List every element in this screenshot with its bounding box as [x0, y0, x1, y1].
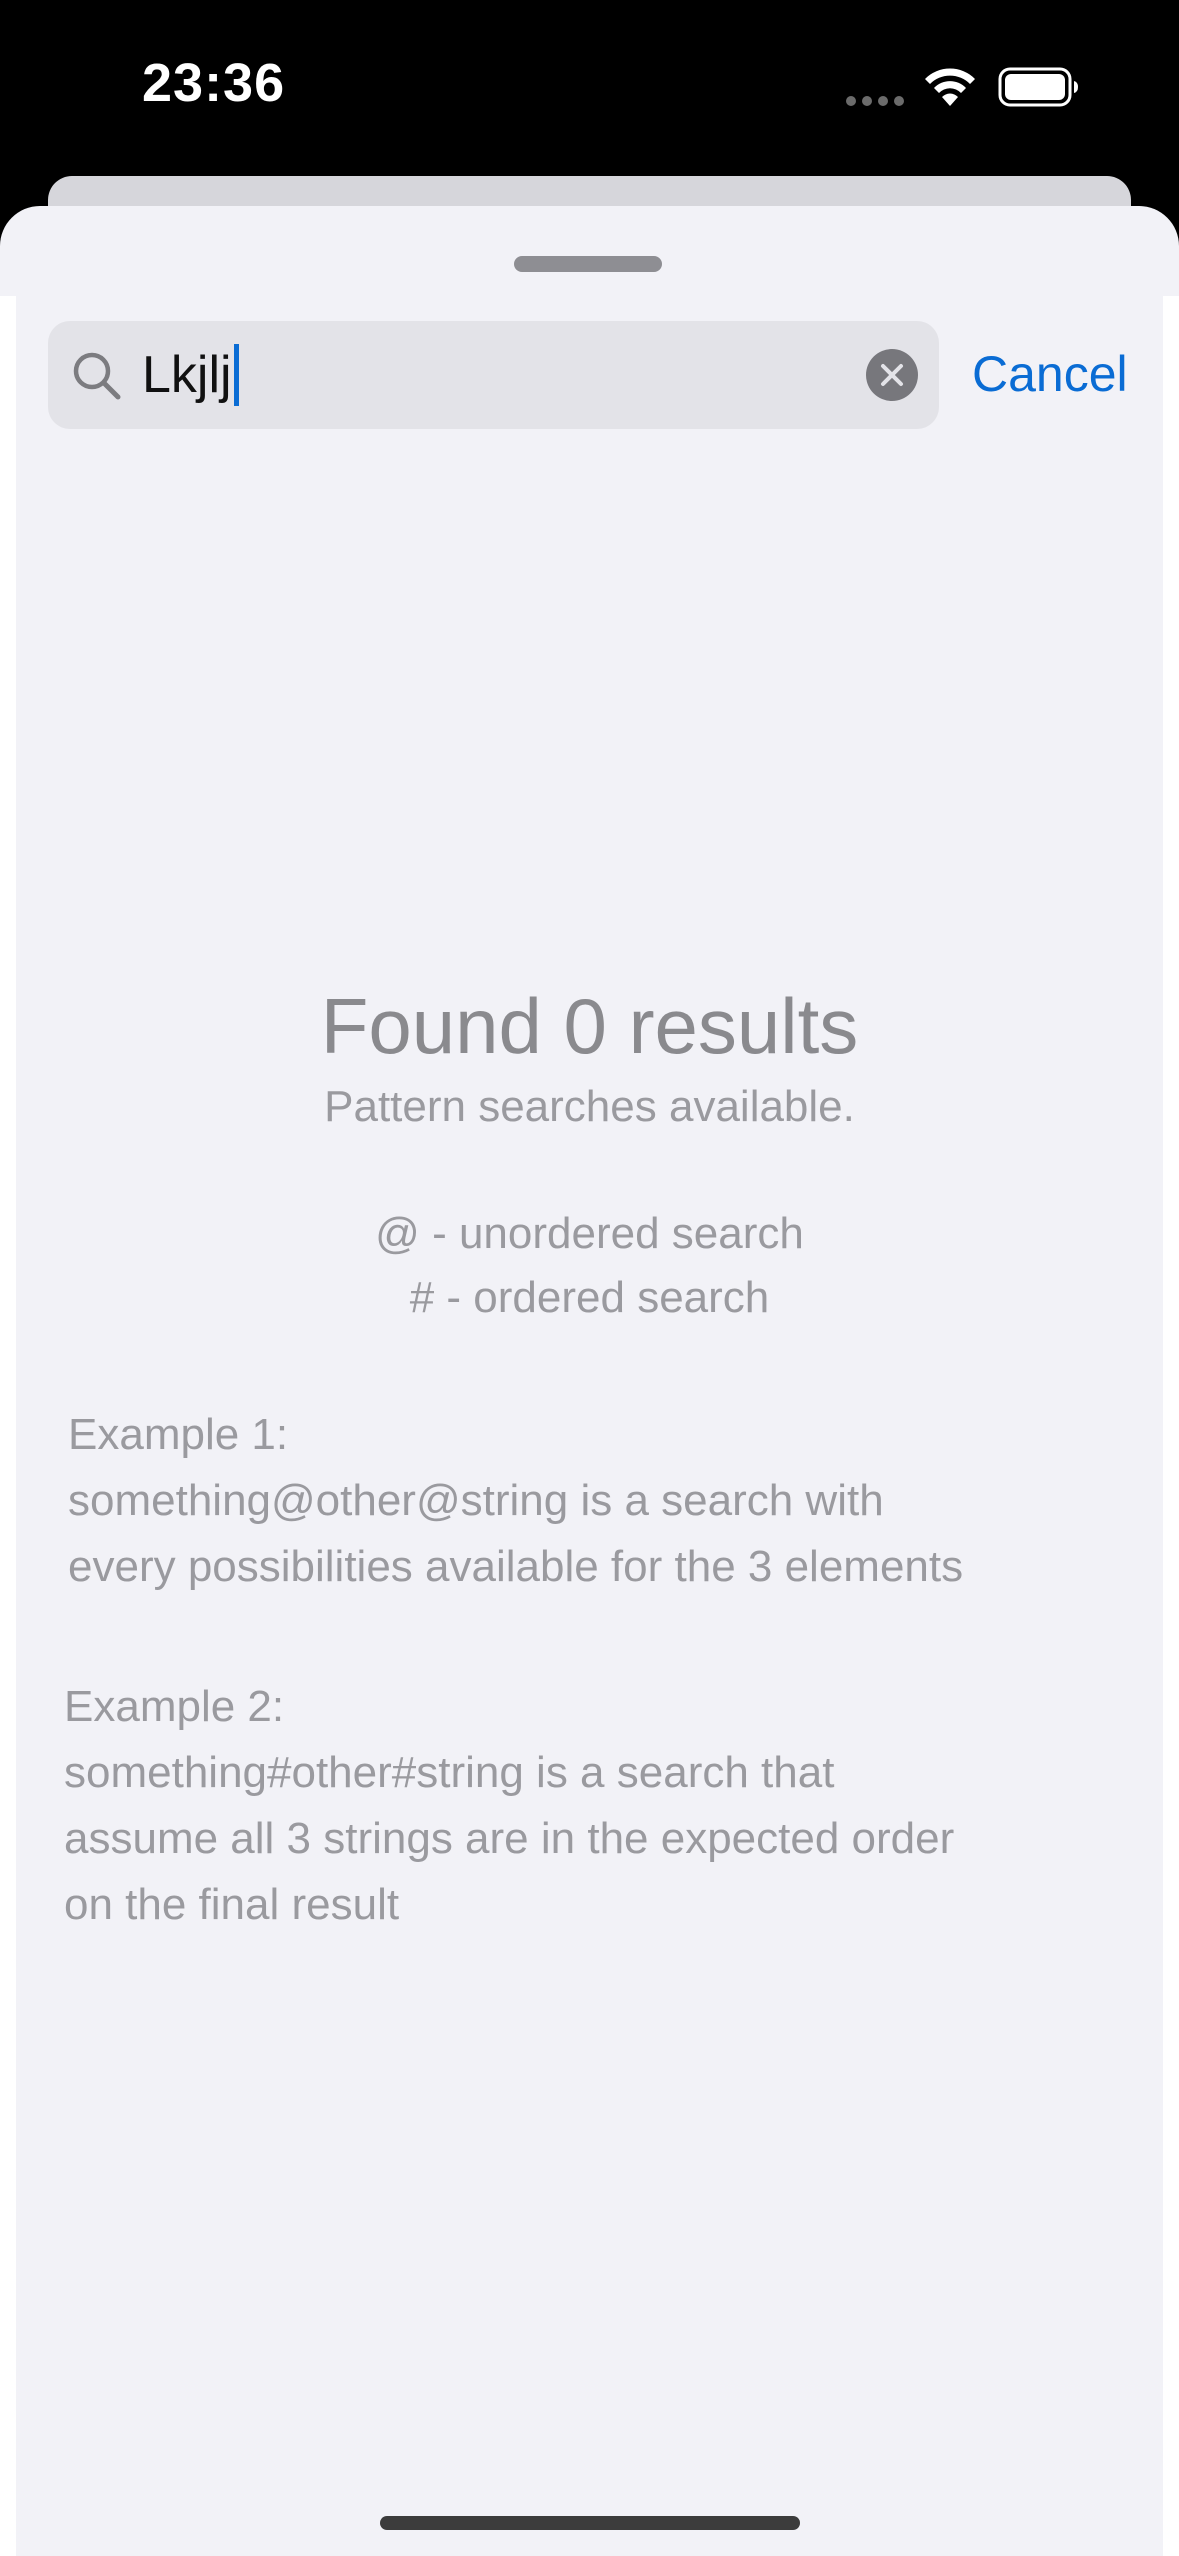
results-count-title: Found 0 results	[320, 982, 859, 1070]
search-field[interactable]: Lkjlj	[48, 321, 939, 429]
status-time: 23:36	[142, 53, 286, 113]
search-input[interactable]: Lkjlj	[142, 341, 239, 409]
example-1-heading: Example 1:	[68, 1410, 289, 1459]
search-sheet: Lkjlj Cancel Found 0 results Pattern sea…	[0, 206, 1179, 2556]
cellular-signal-icon	[846, 96, 904, 106]
example-2-line: assume all 3 strings are in the expected…	[64, 1814, 955, 1863]
example-1-line: something@other@string is a search with	[68, 1476, 884, 1525]
example-2-heading: Example 2:	[64, 1682, 285, 1731]
ordered-search-hint: # - ordered search	[409, 1273, 770, 1322]
example-1: Example 1: something@other@string is a s…	[68, 1402, 963, 1600]
unordered-search-hint: @ - unordered search	[375, 1209, 804, 1258]
search-query-text: Lkjlj	[142, 346, 232, 404]
pattern-search-subtitle: Pattern searches available.	[324, 1082, 855, 1131]
cancel-button[interactable]: Cancel	[972, 338, 1128, 410]
example-2-line: on the final result	[64, 1880, 400, 1929]
sheet-grabber[interactable]	[514, 256, 662, 272]
example-2-line: something#other#string is a search that	[64, 1748, 835, 1797]
example-2: Example 2: something#other#string is a s…	[64, 1674, 954, 1938]
sheet-edge	[1163, 296, 1179, 2556]
clear-icon	[881, 364, 903, 386]
wifi-icon	[925, 68, 975, 106]
status-bar: 23:36	[0, 0, 1179, 178]
sheet-edge	[0, 296, 16, 2556]
search-icon	[73, 352, 121, 400]
text-caret	[233, 344, 239, 406]
battery-icon	[998, 67, 1078, 107]
example-1-line: every possibilities available for the 3 …	[68, 1542, 964, 1591]
clear-search-button[interactable]	[866, 349, 918, 401]
home-indicator[interactable]	[380, 2516, 800, 2530]
